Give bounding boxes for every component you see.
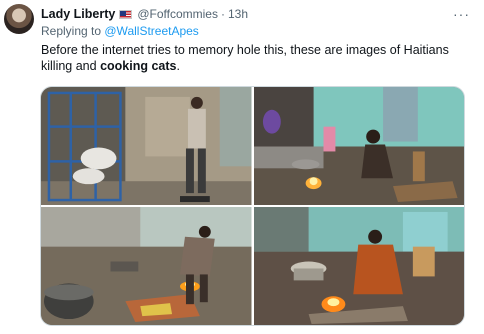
photo-2[interactable] [253,87,464,205]
tweet[interactable]: Lady Liberty @Foffcommies · 13h ··· Repl… [0,0,484,334]
avatar[interactable] [4,4,34,34]
photo-4-image [253,207,464,325]
author-handle[interactable]: @Foffcommies [137,7,218,21]
tweet-text-end: . [176,59,180,73]
timestamp[interactable]: 13h [228,7,248,21]
photo-4[interactable] [253,207,464,325]
more-options-icon[interactable]: ··· [453,6,470,22]
separator-dot: · [220,7,225,21]
tweet-header: Lady Liberty @Foffcommies · 13h [41,6,248,22]
reply-mention-link[interactable]: @WallStreetApes [104,24,198,38]
photo-1[interactable] [41,87,252,205]
replying-to-label: Replying to [41,24,105,38]
photo-3-image [41,207,252,325]
tweet-text-bold: cooking cats [100,59,177,73]
tweet-text: Before the internet tries to memory hole… [41,42,471,74]
photo-1-image [41,87,252,205]
author-name[interactable]: Lady Liberty [41,7,115,21]
media-grid [40,86,465,326]
us-flag-icon [119,9,133,19]
replying-to: Replying to @WallStreetApes [41,24,199,38]
photo-3[interactable] [41,207,252,325]
photo-2-image [253,87,464,205]
